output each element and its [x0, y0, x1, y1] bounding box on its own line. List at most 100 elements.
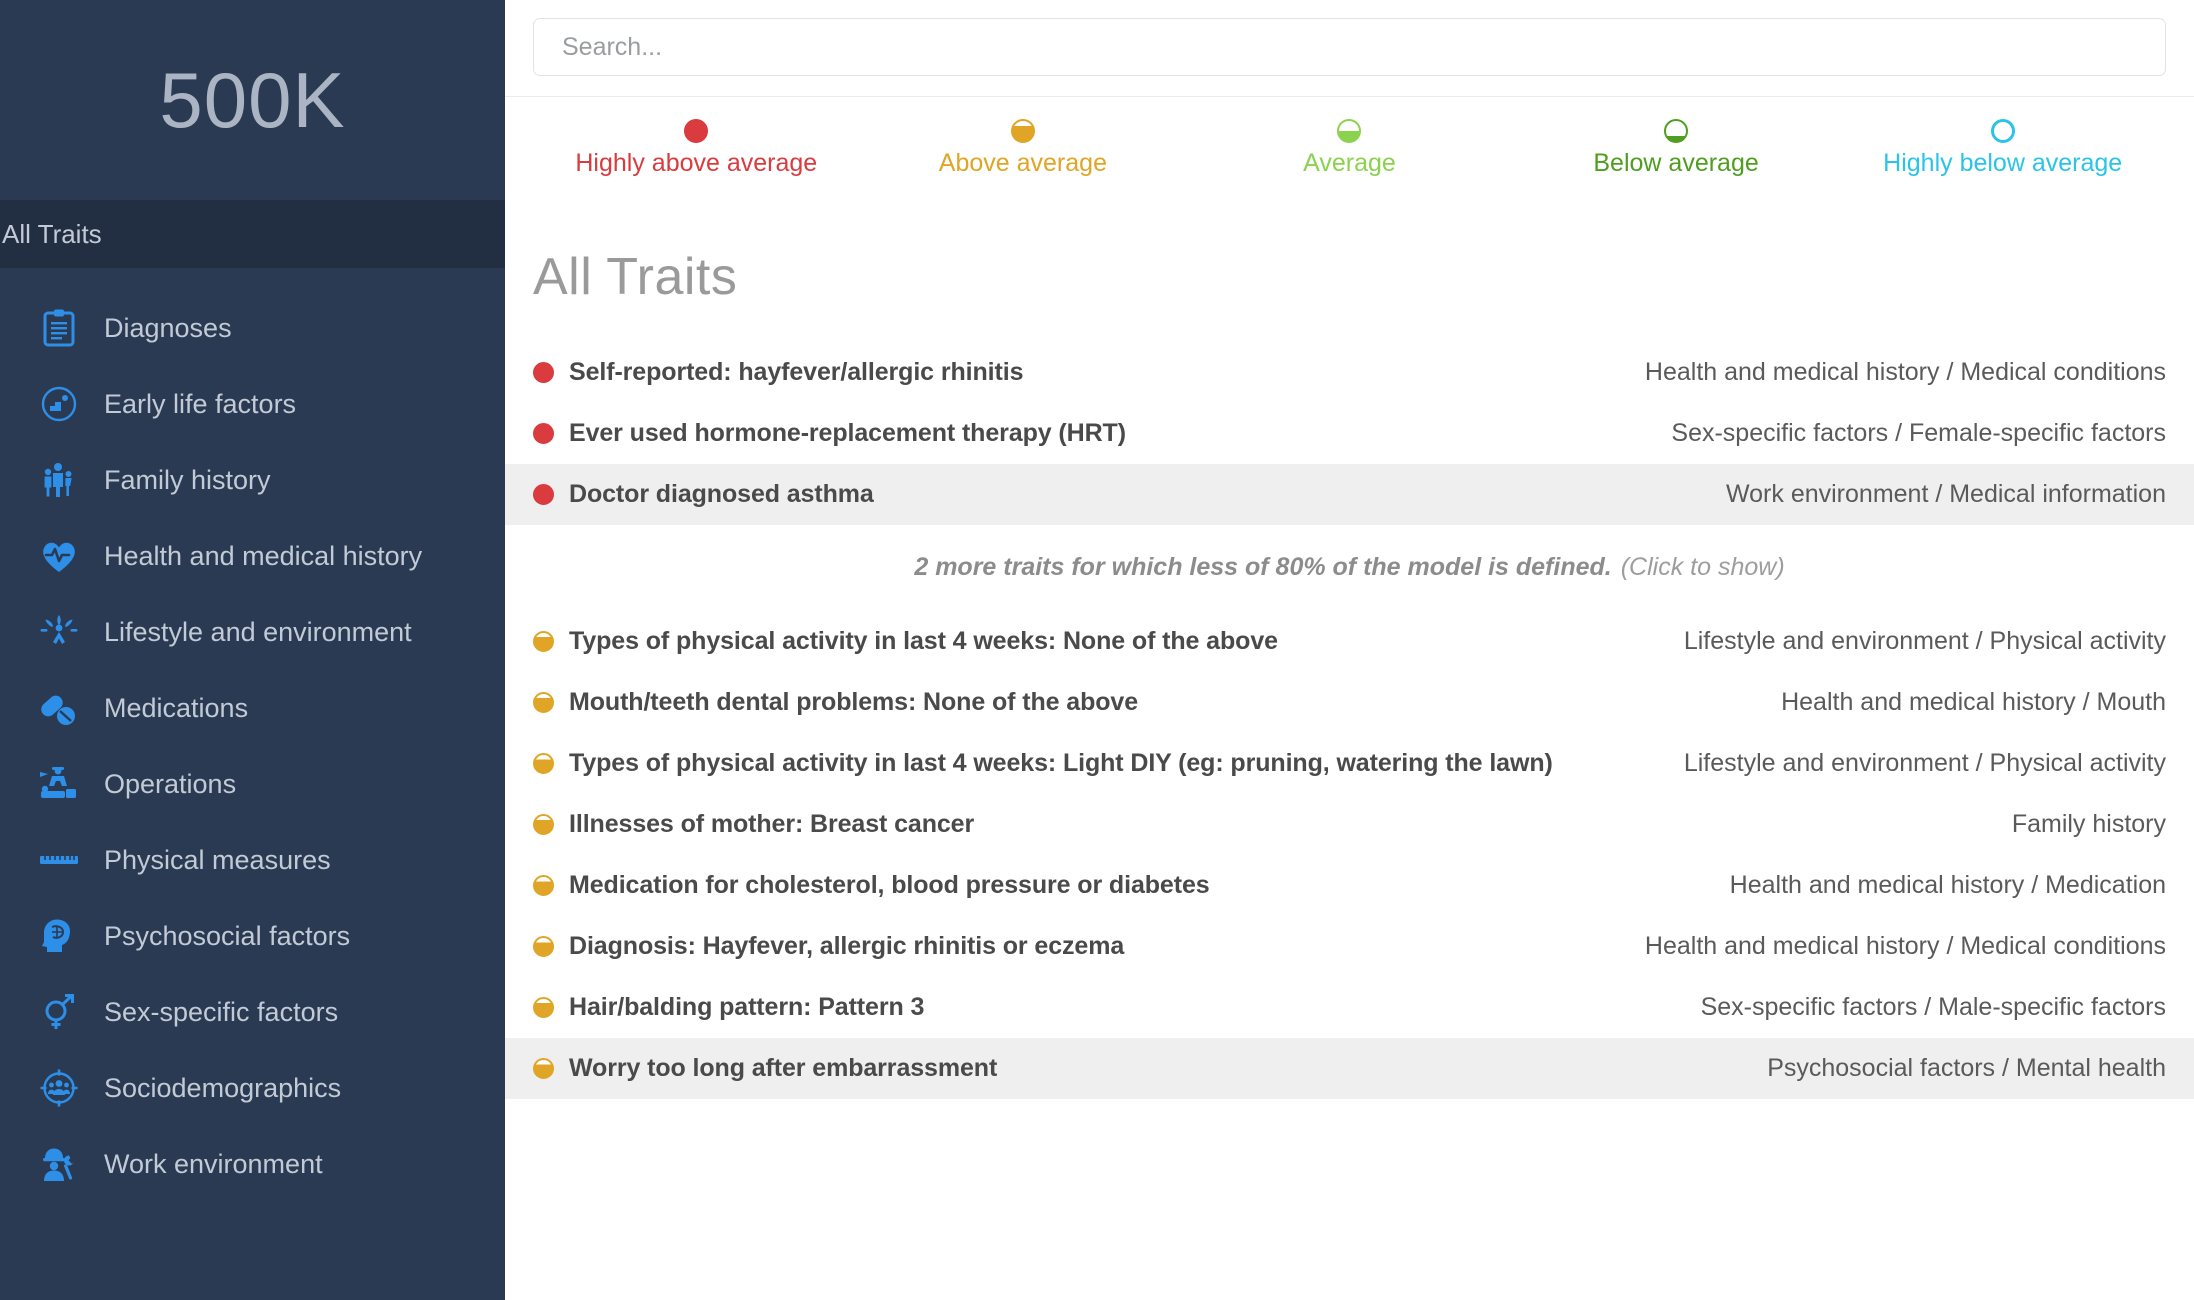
more-traits-click-hint: (Click to show): [1620, 553, 1785, 582]
trait-row[interactable]: Doctor diagnosed asthma Work environment …: [505, 463, 2194, 525]
status-marker: [533, 691, 554, 713]
trait-name: Diagnosis: Hayfever, allergic rhinitis o…: [569, 931, 1125, 960]
brand-text: 500K: [159, 56, 346, 144]
trait-name: Illnesses of mother: Breast cancer: [569, 809, 975, 838]
trait-category: Sex-specific factors / Female-specific f…: [1671, 418, 2166, 447]
legend-label: Average: [1303, 149, 1396, 177]
trait-status-marker: [533, 935, 569, 957]
sidebar-item-label: Early life factors: [104, 388, 297, 419]
search-input[interactable]: [533, 18, 2166, 76]
trait-status-marker: [533, 361, 569, 383]
people-target-icon: [34, 1069, 84, 1107]
status-marker: [533, 630, 554, 652]
more-traits-text: 2 more traits for which less of 80% of t…: [914, 553, 1612, 582]
status-marker: [533, 1057, 554, 1079]
sidebar-item-label: Sociodemographics: [104, 1072, 342, 1103]
trait-name: Ever used hormone-replacement therapy (H…: [569, 418, 1126, 447]
sidebar: 500K All Traits Diagnoses Early life fact…: [0, 0, 505, 1300]
trait-name: Worry too long after embarrassment: [569, 1053, 998, 1082]
trait-category: Health and medical history / Mouth: [1781, 687, 2166, 716]
legend-label: Above average: [938, 149, 1107, 177]
legend-item-below-average[interactable]: Below average: [1513, 119, 1840, 178]
trait-category: Family history: [2011, 809, 2166, 838]
sidebar-item-physical-measures[interactable]: Physical measures: [0, 822, 505, 898]
sidebar-item-diagnoses[interactable]: Diagnoses: [0, 290, 505, 366]
sidebar-item-psychosocial-factors[interactable]: Psychosocial factors: [0, 898, 505, 974]
status-marker: [533, 752, 554, 774]
worker-icon: [34, 1145, 84, 1183]
status-marker: [533, 483, 554, 505]
trait-status-marker: [533, 630, 569, 652]
sidebar-item-health-and-medical-history[interactable]: Health and medical history: [0, 518, 505, 594]
sidebar-active-label: All Traits: [2, 218, 102, 249]
sidebar-item-label: Medications: [104, 692, 249, 723]
legend-label: Below average: [1593, 149, 1759, 177]
status-marker: [533, 874, 554, 896]
gender-symbols-icon: [34, 993, 84, 1031]
search-bar: [505, 0, 2194, 76]
sidebar-item-label: Lifestyle and environment: [104, 616, 412, 647]
sidebar-item-label: Diagnoses: [104, 312, 232, 343]
legend-item-average[interactable]: Average: [1186, 119, 1513, 178]
sidebar-item-operations[interactable]: Operations: [0, 746, 505, 822]
sidebar-item-lifestyle-and-environment[interactable]: Lifestyle and environment: [0, 594, 505, 670]
sidebar-item-medications[interactable]: Medications: [0, 670, 505, 746]
trait-name: Medication for cholesterol, blood pressu…: [569, 870, 1210, 899]
sidebar-item-label: Operations: [104, 768, 237, 799]
trait-row[interactable]: Illnesses of mother: Breast cancer Family…: [505, 794, 2194, 855]
lifestyle-tree-icon: [34, 614, 84, 650]
head-brain-icon: [34, 918, 84, 954]
sidebar-nav: Diagnoses Early life factors Family histor…: [0, 268, 505, 1202]
status-marker: [533, 422, 554, 444]
trait-status-marker: [533, 1057, 569, 1079]
legend-label: Highly below average: [1883, 149, 2123, 177]
trait-row[interactable]: Medication for cholesterol, blood pressu…: [505, 855, 2194, 916]
sidebar-item-all-traits[interactable]: All Traits: [0, 200, 505, 268]
legend-label: Highly above average: [575, 149, 818, 177]
legend-item-highly-above-average[interactable]: Highly above average: [533, 119, 860, 178]
legend-item-highly-below-average[interactable]: Highly below average: [1839, 119, 2166, 178]
trait-list-bottom: Types of physical activity in last 4 wee…: [505, 611, 2194, 1099]
sidebar-item-label: Psychosocial factors: [104, 920, 351, 951]
sidebar-item-label: Physical measures: [104, 844, 331, 875]
status-marker: [1990, 119, 2015, 143]
status-marker: [1664, 119, 1689, 143]
trait-row[interactable]: Ever used hormone-replacement therapy (H…: [505, 403, 2194, 464]
sidebar-item-label: Family history: [104, 464, 271, 495]
sidebar-item-sex-specific-factors[interactable]: Sex-specific factors: [0, 974, 505, 1050]
trait-name: Types of physical activity in last 4 wee…: [569, 626, 1278, 655]
sidebar-item-sociodemographics[interactable]: Sociodemographics: [0, 1050, 505, 1126]
brand-logo[interactable]: 500K: [0, 0, 505, 200]
legend-item-above-average[interactable]: Above average: [860, 119, 1187, 178]
trait-category: Work environment / Medical information: [1726, 479, 2166, 508]
trait-row[interactable]: Mouth/teeth dental problems: None of the…: [505, 672, 2194, 733]
status-marker: [1337, 119, 1362, 143]
more-traits-toggle[interactable]: 2 more traits for which less of 80% of t…: [505, 525, 2194, 611]
sidebar-item-family-history[interactable]: Family history: [0, 442, 505, 518]
trait-row[interactable]: Types of physical activity in last 4 wee…: [505, 611, 2194, 672]
page-title: All Traits: [533, 247, 738, 306]
sidebar-item-early-life-factors[interactable]: Early life factors: [0, 366, 505, 442]
trait-row[interactable]: Self-reported: hayfever/allergic rhiniti…: [505, 342, 2194, 403]
trait-status-marker: [533, 752, 569, 774]
sidebar-item-work-environment[interactable]: Work environment: [0, 1126, 505, 1202]
surgery-icon: [34, 766, 84, 802]
trait-category: Lifestyle and environment / Physical act…: [1683, 626, 2166, 655]
main-panel: Highly above average Above average Average…: [505, 0, 2194, 1300]
status-marker: [533, 813, 554, 835]
trait-category: Health and medical history / Medical con…: [1644, 931, 2166, 960]
sidebar-item-label: Work environment: [104, 1148, 323, 1179]
trait-row[interactable]: Diagnosis: Hayfever, allergic rhinitis o…: [505, 916, 2194, 977]
trait-row[interactable]: Worry too long after embarrassment Psycho…: [505, 1037, 2194, 1099]
trait-row[interactable]: Types of physical activity in last 4 wee…: [505, 733, 2194, 794]
trait-status-marker: [533, 483, 569, 505]
family-icon: [34, 462, 84, 498]
legend: Highly above average Above average Average…: [505, 97, 2194, 192]
clipboard-icon: [34, 309, 84, 347]
trait-row[interactable]: Hair/balding pattern: Pattern 3 Sex-speci…: [505, 977, 2194, 1038]
trait-list-top: Self-reported: hayfever/allergic rhiniti…: [505, 342, 2194, 525]
heart-pulse-icon: [34, 539, 84, 574]
trait-category: Health and medical history / Medical con…: [1644, 357, 2166, 386]
status-marker: [533, 361, 554, 383]
status-marker: [533, 996, 554, 1018]
